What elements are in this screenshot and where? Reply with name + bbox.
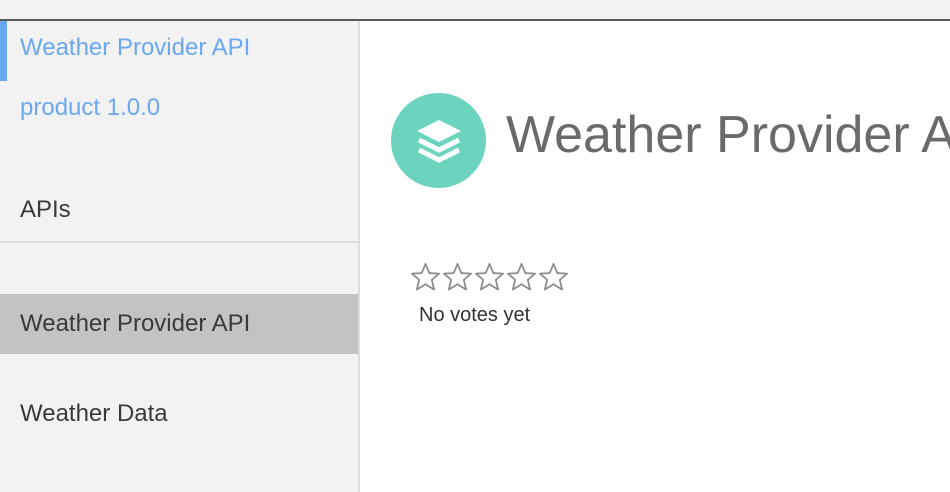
apis-heading: APIs <box>20 196 71 223</box>
active-indicator <box>0 21 7 81</box>
star-icon[interactable] <box>442 262 473 292</box>
star-icon[interactable] <box>474 262 505 292</box>
product-version[interactable]: product 1.0.0 <box>20 94 160 122</box>
star-icon[interactable] <box>410 262 441 292</box>
star-icon[interactable] <box>538 262 569 292</box>
sidebar-item-weather-data[interactable]: Weather Data <box>0 384 358 444</box>
top-bar <box>0 0 950 21</box>
star-rating[interactable] <box>410 262 569 292</box>
sidebar-divider <box>0 241 358 243</box>
star-icon[interactable] <box>506 262 537 292</box>
product-title[interactable]: Weather Provider API <box>20 34 250 62</box>
main-content: Weather Provider API No votes yet <box>360 21 950 492</box>
sidebar-item-weather-provider-api[interactable]: Weather Provider API <box>0 294 358 354</box>
api-badge <box>391 93 486 188</box>
layers-icon <box>417 120 461 163</box>
page-title: Weather Provider API <box>506 106 950 164</box>
rating-status: No votes yet <box>419 304 531 326</box>
